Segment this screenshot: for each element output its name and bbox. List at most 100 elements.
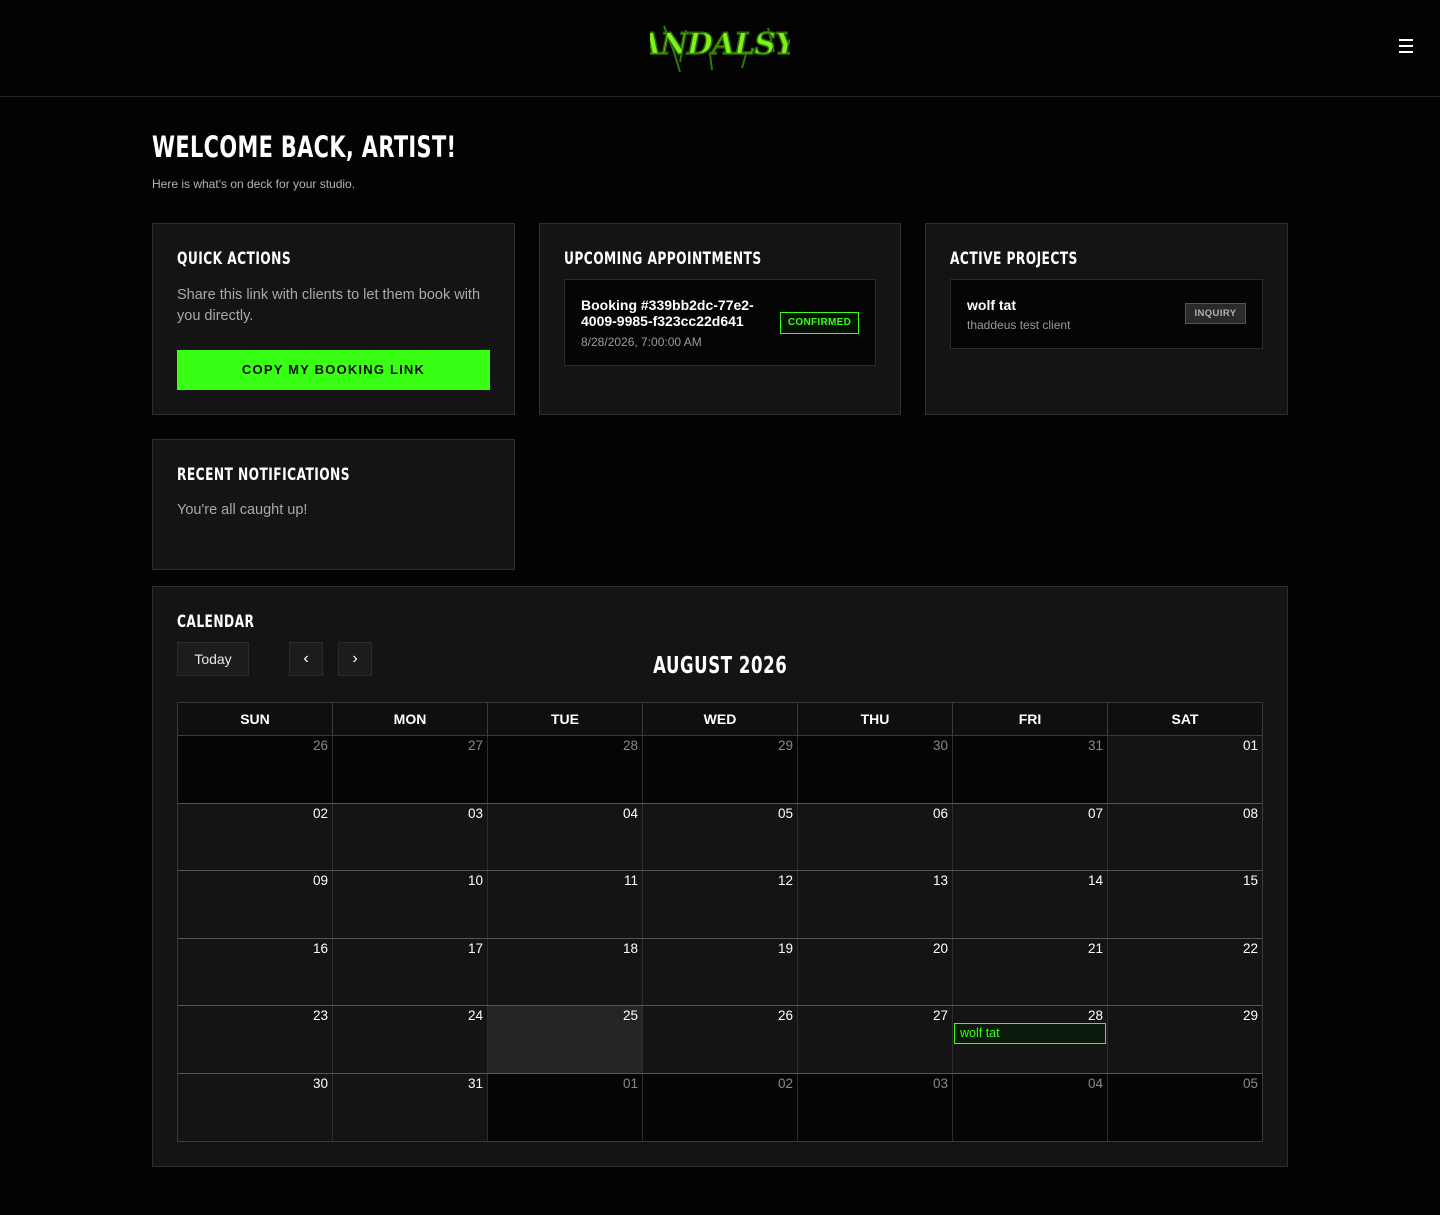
day-number: 28 xyxy=(622,738,638,753)
day-number: 21 xyxy=(1087,940,1103,956)
day-number: 19 xyxy=(777,940,793,956)
calendar-day-cell[interactable]: 16 xyxy=(178,938,332,1005)
day-number: 04 xyxy=(622,805,638,821)
upcoming-appointments-card: UPCOMING APPOINTMENTS Booking #339bb2dc-… xyxy=(539,223,901,415)
day-number: 03 xyxy=(932,1075,948,1091)
day-number: 02 xyxy=(312,805,328,821)
day-number: 03 xyxy=(467,805,483,821)
day-number: 10 xyxy=(467,873,483,888)
day-number: 04 xyxy=(1087,1075,1103,1091)
calendar-day-cell[interactable]: 11 xyxy=(487,871,642,938)
day-number: 30 xyxy=(312,1075,328,1091)
day-number: 23 xyxy=(312,1008,328,1023)
status-badge-confirmed: CONFIRMED xyxy=(780,312,859,334)
recent-notifications-card: RECENT NOTIFICATIONS You're all caught u… xyxy=(152,439,515,570)
calendar-day-cell[interactable]: 27 xyxy=(797,1006,952,1073)
calendar-day-cell[interactable]: 30 xyxy=(797,736,952,803)
weekday-label: TUE xyxy=(487,703,642,735)
day-number: 25 xyxy=(622,1008,638,1023)
calendar-day-cell[interactable]: 01 xyxy=(487,1073,642,1141)
calendar-day-cell[interactable]: 05 xyxy=(642,803,797,870)
project-item[interactable]: wolf tat thaddeus test client INQUIRY xyxy=(950,279,1263,349)
calendar-day-cell[interactable]: 02 xyxy=(178,803,332,870)
calendar-day-cell[interactable]: 15 xyxy=(1107,871,1262,938)
calendar-day-cell[interactable]: 04 xyxy=(487,803,642,870)
calendar-day-cell[interactable]: 12 xyxy=(642,871,797,938)
calendar-day-cell[interactable]: 04 xyxy=(952,1073,1107,1141)
day-number: 31 xyxy=(467,1075,483,1091)
calendar-day-cell[interactable]: 19 xyxy=(642,938,797,1005)
appointment-item[interactable]: Booking #339bb2dc-77e2-4009-9985-f323cc2… xyxy=(564,279,876,366)
quick-actions-description: Share this link with clients to let them… xyxy=(177,287,481,324)
calendar-day-cell[interactable]: 31 xyxy=(332,1073,487,1141)
day-number: 11 xyxy=(623,873,638,888)
calendar-day-cell[interactable]: 14 xyxy=(952,871,1107,938)
calendar-day-cell[interactable]: 18 xyxy=(487,938,642,1005)
day-number: 27 xyxy=(467,738,483,753)
page-title: WELCOME BACK, ARTIST! xyxy=(152,130,457,164)
month-title: AUGUST 2026 xyxy=(653,653,788,679)
day-number: 01 xyxy=(622,1075,638,1091)
calendar-day-cell[interactable]: 17 xyxy=(332,938,487,1005)
calendar-day-cell[interactable]: 26 xyxy=(642,1006,797,1073)
calendar-day-cell[interactable]: 28 wolf tat xyxy=(952,1006,1107,1073)
active-projects-card: ACTIVE PROJECTS wolf tat thaddeus test c… xyxy=(925,223,1288,415)
calendar-day-cell[interactable]: 30 xyxy=(178,1073,332,1141)
copy-booking-link-button[interactable]: COPY MY BOOKING LINK xyxy=(177,350,490,390)
top-navbar: VANDALSYN xyxy=(0,0,1440,97)
day-number: 26 xyxy=(312,738,328,753)
day-number: 30 xyxy=(932,738,948,753)
weekday-label: FRI xyxy=(952,703,1107,735)
logo-graphic: VANDALSYN xyxy=(650,25,790,73)
calendar-day-cell[interactable]: 08 xyxy=(1107,803,1262,870)
calendar-day-cell[interactable]: 06 xyxy=(797,803,952,870)
calendar-day-cell[interactable]: 09 xyxy=(178,871,332,938)
day-number: 08 xyxy=(1242,805,1258,821)
day-number: 12 xyxy=(777,873,793,888)
day-number: 05 xyxy=(777,805,793,821)
day-number: 18 xyxy=(622,940,638,956)
calendar-title: CALENDAR xyxy=(177,612,255,632)
day-number: 31 xyxy=(1087,738,1103,753)
weekday-label: SAT xyxy=(1107,703,1262,735)
calendar-day-cell[interactable]: 03 xyxy=(797,1073,952,1141)
calendar-day-cell[interactable]: 20 xyxy=(797,938,952,1005)
calendar-day-cell[interactable]: 23 xyxy=(178,1006,332,1073)
calendar-day-cell[interactable]: 31 xyxy=(952,736,1107,803)
calendar-day-cell[interactable]: 22 xyxy=(1107,938,1262,1005)
day-number: 20 xyxy=(932,940,948,956)
calendar-day-cell[interactable]: 01 xyxy=(1107,736,1262,803)
weekday-label: SUN xyxy=(240,711,270,727)
calendar-day-cell[interactable]: 27 xyxy=(332,736,487,803)
calendar-day-cell[interactable]: 02 xyxy=(642,1073,797,1141)
calendar-day-cell[interactable]: 24 xyxy=(332,1006,487,1073)
day-number: 06 xyxy=(932,805,948,821)
calendar-day-cell[interactable]: 28 xyxy=(487,736,642,803)
calendar-card: CALENDAR Today ‹ › AUGUST 2026 SUN MON T… xyxy=(152,586,1288,1167)
vandalsyn-logo[interactable]: VANDALSYN xyxy=(650,12,790,76)
calendar-day-cell[interactable]: 29 xyxy=(1107,1006,1262,1073)
day-number: 16 xyxy=(312,940,328,956)
calendar-week: 30 31 01 02 03 04 05 xyxy=(178,1073,1262,1141)
calendar-event[interactable]: wolf tat xyxy=(954,1023,1106,1044)
quick-actions-card: QUICK ACTIONS Share this link with clien… xyxy=(152,223,515,415)
day-number: 29 xyxy=(777,738,793,753)
calendar-day-cell[interactable]: 05 xyxy=(1107,1073,1262,1141)
calendar-day-cell[interactable]: 07 xyxy=(952,803,1107,870)
calendar-day-cell[interactable]: 21 xyxy=(952,938,1107,1005)
day-number: 29 xyxy=(1242,1008,1258,1023)
calendar-day-cell[interactable]: 13 xyxy=(797,871,952,938)
day-number: 27 xyxy=(932,1008,948,1023)
calendar-day-cell[interactable]: 10 xyxy=(332,871,487,938)
calendar-week: 02 03 04 05 06 07 08 xyxy=(178,803,1262,871)
hamburger-menu-icon[interactable] xyxy=(1394,34,1418,58)
day-number: 05 xyxy=(1242,1075,1258,1091)
svg-text:VANDALSYN: VANDALSYN xyxy=(650,27,790,62)
calendar-day-cell-today[interactable]: 25 xyxy=(487,1006,642,1073)
day-number: 17 xyxy=(467,940,483,956)
calendar-day-cell[interactable]: 03 xyxy=(332,803,487,870)
calendar-day-cell[interactable]: 26 xyxy=(178,736,332,803)
calendar-day-cell[interactable]: 29 xyxy=(642,736,797,803)
day-number: 28 xyxy=(1087,1008,1103,1023)
page-subtitle: Here is what's on deck for your studio. xyxy=(152,177,356,191)
